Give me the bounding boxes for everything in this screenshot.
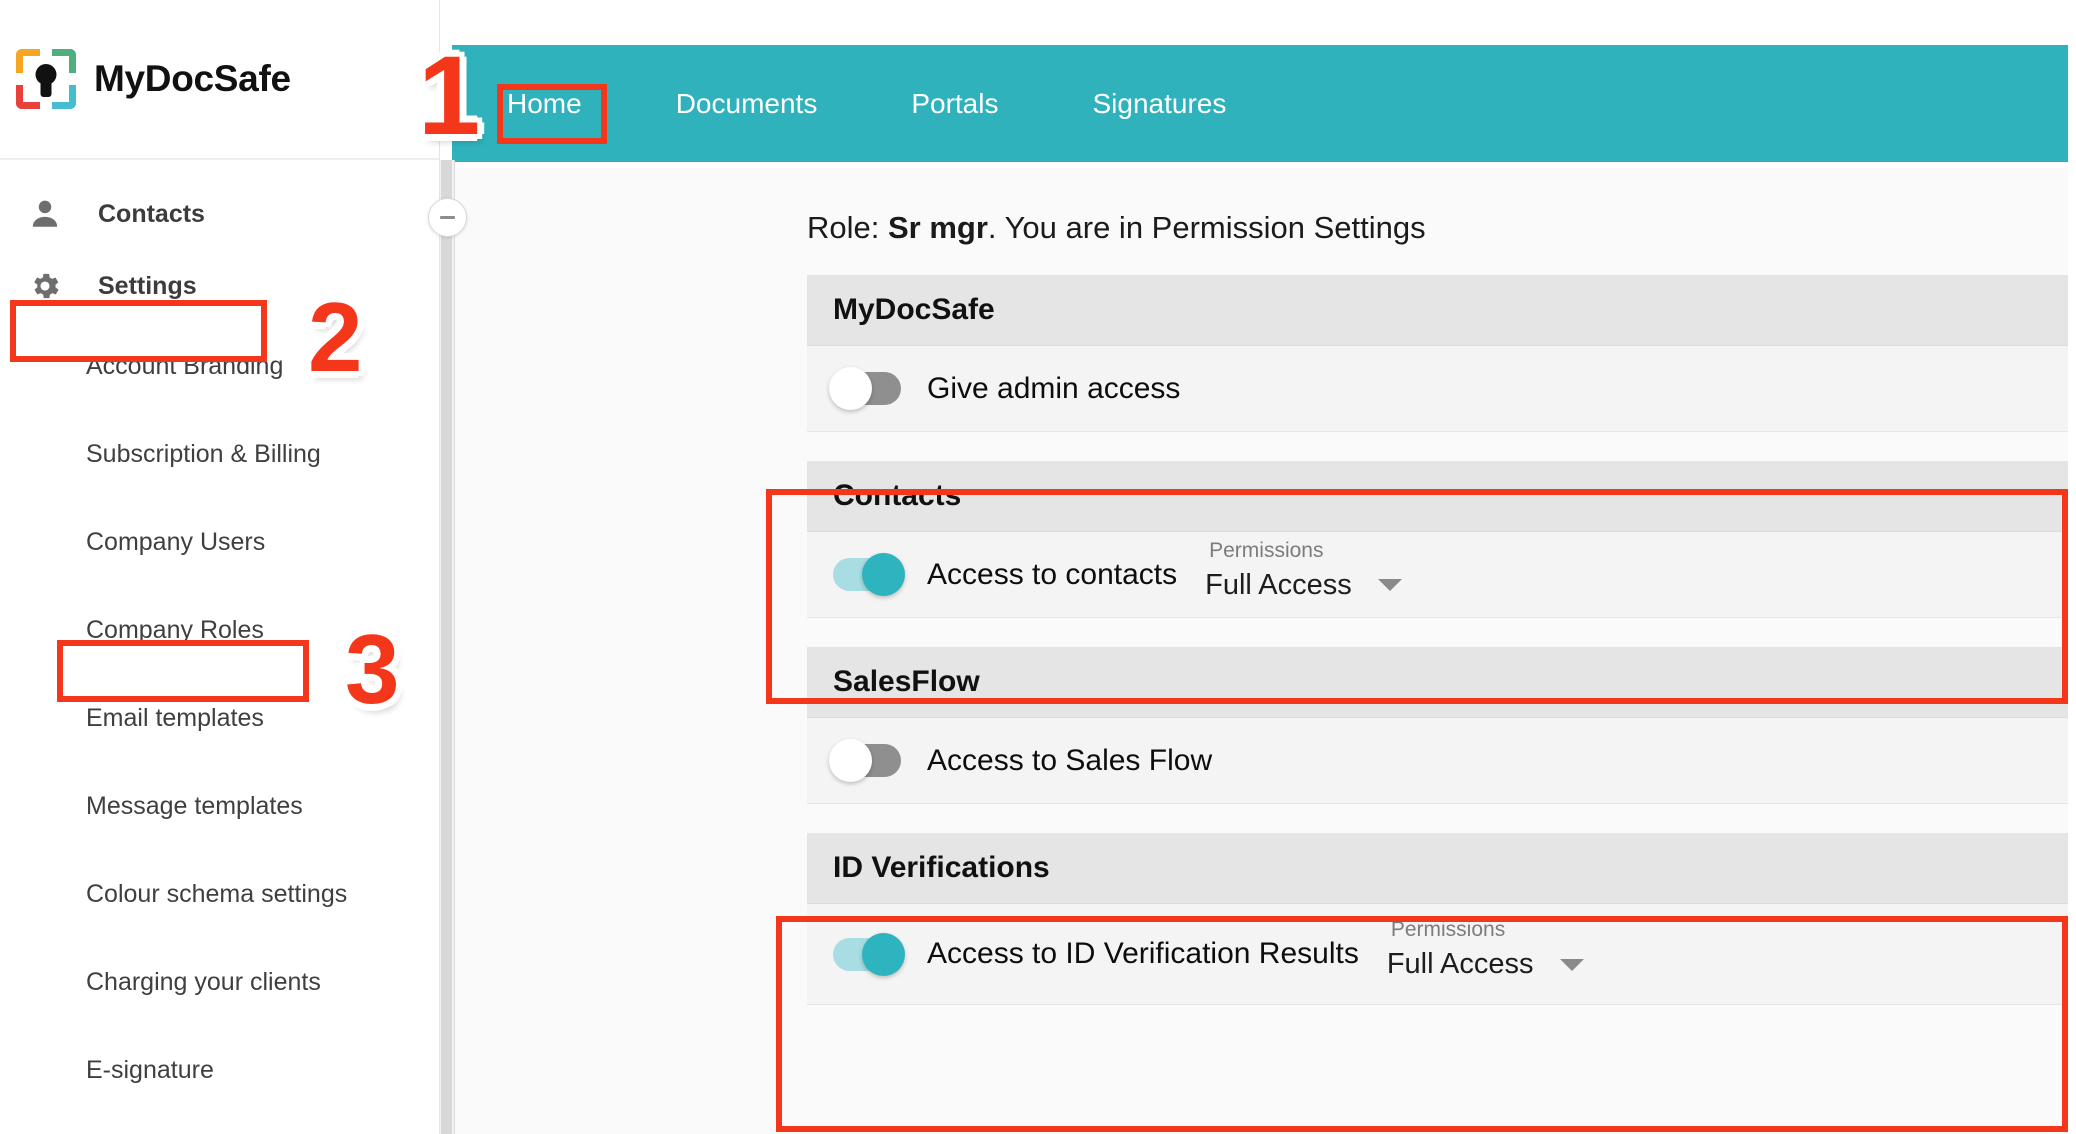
tab-signatures[interactable]: Signatures xyxy=(1092,88,1226,120)
permission-section-salesflow: SalesFlow Access to Sales Flow xyxy=(807,647,2068,804)
permission-row: Give admin access xyxy=(807,346,2068,432)
permission-row: Access to Sales Flow xyxy=(807,718,2068,804)
sidebar-item-company-users[interactable]: Company Users xyxy=(0,498,439,586)
toggle-give-admin-access[interactable] xyxy=(829,367,901,410)
sidebar-collapse-rail[interactable] xyxy=(428,160,467,1134)
app-root: Role: Sr mgr. You are in Permission Sett… xyxy=(0,0,2076,1134)
section-title: MyDocSafe xyxy=(807,275,2068,346)
sidebar-item-e-signature[interactable]: E-signature xyxy=(0,1026,439,1114)
role-suffix-label: . You are in Permission Settings xyxy=(987,210,1426,245)
role-status-line: Role: Sr mgr. You are in Permission Sett… xyxy=(455,168,2068,246)
permission-row: Access to ID Verification Results Permis… xyxy=(807,904,2068,1005)
sidebar-item-company-roles[interactable]: Company Roles xyxy=(0,586,439,674)
permission-row-label: Access to Sales Flow xyxy=(927,743,1213,777)
permission-section-contacts: Contacts Access to contacts Permissions … xyxy=(807,461,2068,618)
permission-section-id-verifications: ID Verifications Access to ID Verificati… xyxy=(807,833,2068,1005)
sidebar-collapse-button[interactable] xyxy=(428,198,467,237)
brand-name: MyDocSafe xyxy=(94,58,291,99)
permission-selected-value: Full Access xyxy=(1386,948,1534,980)
main-content: Role: Sr mgr. You are in Permission Sett… xyxy=(455,168,2068,1134)
permission-selected-value: Full Access xyxy=(1205,568,1352,601)
sidebar-item-colour-schema-settings[interactable]: Colour schema settings xyxy=(0,850,439,938)
permission-dropdown-group: Permissions Full Access xyxy=(1205,540,1402,602)
toggle-knob xyxy=(862,932,905,976)
permission-section-mydocsafe: MyDocSafe Give admin access xyxy=(807,275,2068,432)
gear-icon xyxy=(28,269,74,303)
toggle-knob xyxy=(829,367,872,410)
mydocsafe-logo-icon xyxy=(14,47,78,111)
logo-corner-bottom-left xyxy=(16,85,40,109)
sidebar-item-subscription-billing[interactable]: Subscription & Billing xyxy=(0,410,439,498)
sidebar-nav-list: Contacts Settings Account Branding Subsc… xyxy=(0,160,439,1114)
role-prefix-label: Role: xyxy=(807,210,880,245)
tab-portals[interactable]: Portals xyxy=(911,88,998,120)
chevron-down-icon xyxy=(1377,579,1402,591)
sidebar-item-message-templates[interactable]: Message templates xyxy=(0,762,439,850)
toggle-access-to-id-verification-results[interactable] xyxy=(833,932,905,976)
role-name-value: Sr mgr xyxy=(888,210,988,245)
sidebar-item-label: Contacts xyxy=(98,199,205,228)
section-title: Contacts xyxy=(807,461,2068,532)
permission-row-label: Access to contacts xyxy=(927,557,1178,591)
section-title: ID Verifications xyxy=(807,833,2068,904)
logo-corner-bottom-right xyxy=(52,85,76,109)
sidebar-item-account-branding[interactable]: Account Branding xyxy=(0,322,439,410)
brand-header[interactable]: MyDocSafe xyxy=(0,0,439,160)
permission-select-contacts[interactable]: Full Access xyxy=(1205,569,1402,602)
toggle-access-to-sales-flow[interactable] xyxy=(829,739,901,782)
permission-select-id-verifications[interactable]: Full Access xyxy=(1387,948,1584,981)
tab-documents[interactable]: Documents xyxy=(676,88,818,120)
sidebar-item-contacts[interactable]: Contacts xyxy=(0,178,439,250)
sidebar-item-settings[interactable]: Settings xyxy=(0,250,439,322)
minus-icon xyxy=(440,216,455,219)
section-title: SalesFlow xyxy=(807,647,2068,718)
permission-row-label: Access to ID Verification Results xyxy=(927,937,1359,970)
permission-row-label: Give admin access xyxy=(927,371,1181,405)
permission-dropdown-group: Permissions Full Access xyxy=(1387,919,1584,981)
permissions-caption: Permissions xyxy=(1209,538,1324,562)
toggle-knob xyxy=(862,553,905,596)
permission-row: Access to contacts Permissions Full Acce… xyxy=(807,532,2068,618)
chevron-down-icon xyxy=(1559,958,1584,971)
left-sidebar: MyDocSafe Contacts Settings Account Bran… xyxy=(0,0,440,1134)
toggle-knob xyxy=(829,739,872,782)
toggle-access-to-contacts[interactable] xyxy=(833,553,905,596)
permissions-caption: Permissions xyxy=(1390,918,1506,941)
sidebar-item-charging-your-clients[interactable]: Charging your clients xyxy=(0,938,439,1026)
sidebar-item-email-templates[interactable]: Email templates xyxy=(0,674,439,762)
sidebar-item-label: Settings xyxy=(98,271,197,300)
sidebar-scroll-thumb[interactable] xyxy=(441,160,452,1134)
top-navigation-bar: Home Documents Portals Signatures xyxy=(452,45,2068,162)
person-icon xyxy=(28,197,74,231)
logo-keyhole-stem xyxy=(40,79,52,97)
tab-home[interactable]: Home xyxy=(507,88,582,120)
